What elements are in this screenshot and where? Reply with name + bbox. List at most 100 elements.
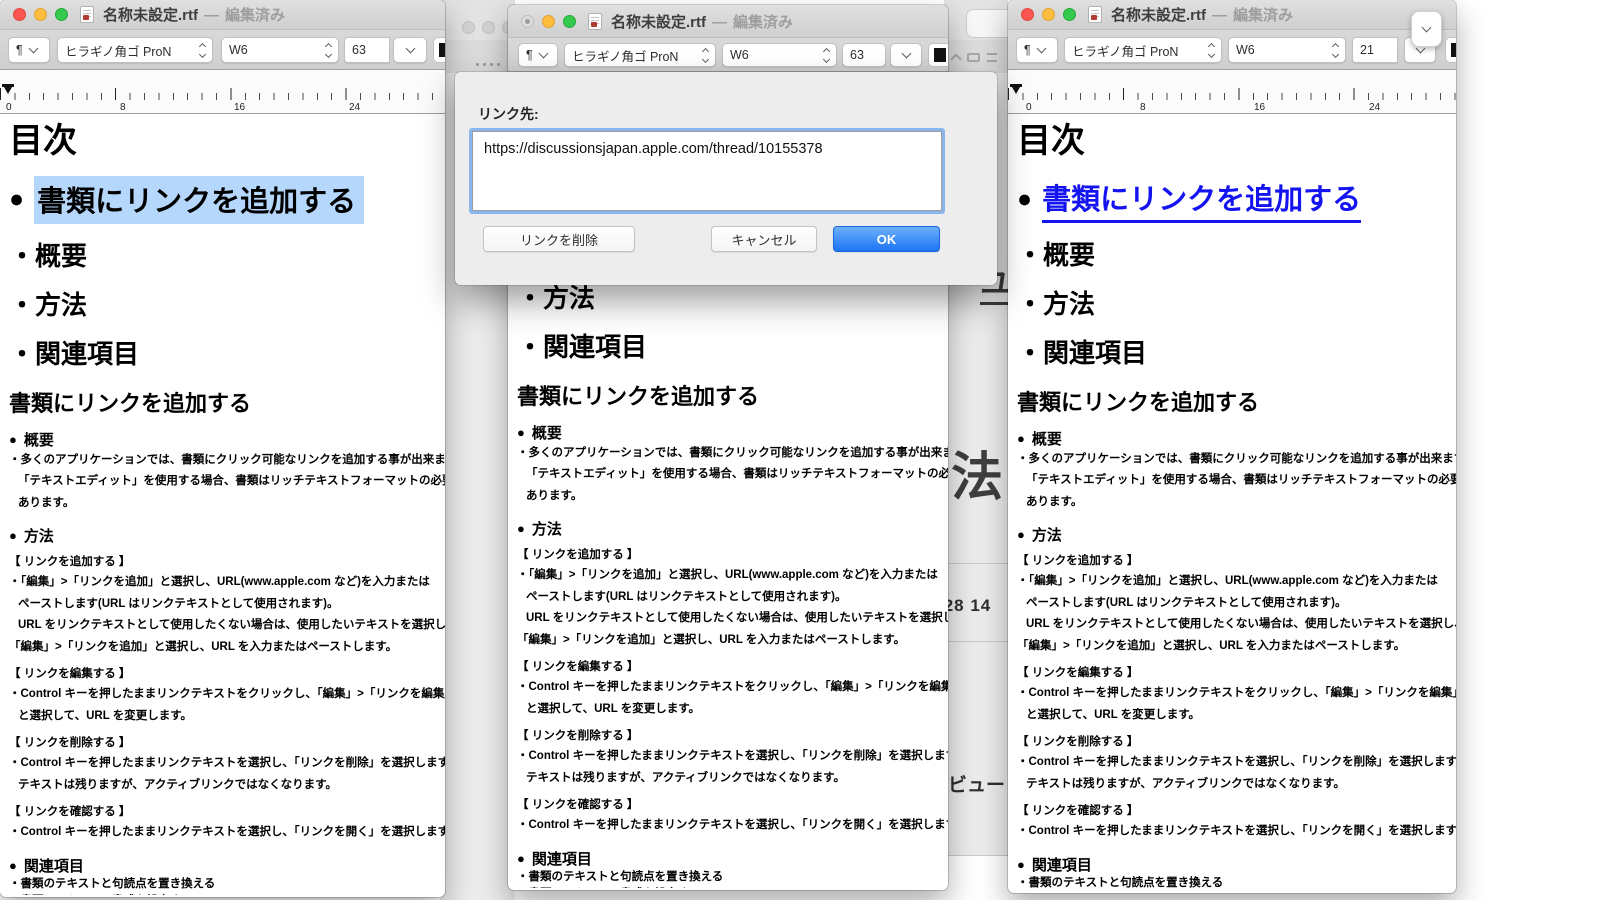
ruler-number: 24 bbox=[1369, 102, 1381, 113]
window-title-filename: 名称未設定.rtf bbox=[1111, 7, 1206, 24]
doc-line-body: 「編集」>「リンクを追加」と選択し、URL を入力またはペーストします。 bbox=[517, 633, 906, 646]
font-family-combo[interactable]: ヒラギノ角ゴ ProN bbox=[1064, 37, 1222, 63]
link-url-input[interactable]: https://discussionsjapan.apple.com/threa… bbox=[472, 131, 942, 211]
zoom-button[interactable] bbox=[563, 14, 576, 28]
doc-line-toc: ・関連項目 bbox=[1017, 337, 1148, 368]
window-title-separator: — bbox=[204, 7, 219, 24]
window-title-separator: — bbox=[1212, 7, 1227, 24]
ruler-number: 8 bbox=[1140, 102, 1146, 113]
window-title: 名称未設定.rtf — 編集済み bbox=[103, 4, 285, 25]
doc-text: 関連項目 bbox=[531, 850, 592, 868]
doc-line-bracket: 【 リンクを削除する 】 bbox=[1017, 736, 1139, 748]
textedit-window-link-applied: 名称未設定.rtf — 編集済み ¶ ヒラギノ角ゴ ProN W6 21 0 8… bbox=[1008, 0, 1456, 893]
cancel-button[interactable]: キャンセル bbox=[711, 226, 817, 252]
titlebar[interactable]: 名称未設定.rtf — 編集済み bbox=[0, 0, 445, 30]
font-family-combo[interactable]: ヒラギノ角ゴ ProN bbox=[57, 37, 213, 63]
doc-line-body: ・多くのアプリケーションでは、書類にクリック可能なリンクを追加する事が出来ます。 bbox=[1017, 452, 1456, 465]
ruler-number: 24 bbox=[349, 102, 361, 113]
doc-line-bracket: 【 リンクを編集する 】 bbox=[517, 661, 639, 673]
doc-line-body: ・Control キーを押したままリンクテキストを選択し、「リンクを開く」を選択… bbox=[9, 826, 445, 838]
window-title-separator: — bbox=[712, 13, 727, 31]
collapse-popover-button[interactable] bbox=[1411, 11, 1442, 47]
textedit-window-selection: 名称未設定.rtf — 編集済み ¶ ヒラギノ角ゴ ProN W6 63 0 8… bbox=[0, 0, 445, 897]
ruler[interactable]: 0 8 16 24 bbox=[1008, 70, 1456, 114]
chevron-down-icon bbox=[1421, 22, 1432, 33]
doc-line-small: ・書類のテキストと句読点を置き換える bbox=[9, 877, 216, 890]
chevron-down-icon bbox=[405, 43, 415, 54]
doc-line-body: ・Control キーを押したままリンクテキストを選択し、「リンクを削除」を選択… bbox=[517, 750, 948, 762]
minimize-button[interactable] bbox=[1042, 8, 1055, 21]
background-divider bbox=[944, 563, 1008, 564]
stepper-icon bbox=[1201, 42, 1216, 58]
ruler-number: 16 bbox=[234, 102, 246, 113]
font-size-field[interactable]: 63 bbox=[842, 43, 886, 67]
doc-line-body: と選択して、URL を変更します。 bbox=[526, 702, 701, 715]
color-swatch-black bbox=[439, 43, 445, 57]
doc-line-body: URL をリンクテキストとして使用したくない場合は、使用したいテキストを選択し、 bbox=[526, 612, 948, 624]
doc-line-bracket: 【 リンクを確認する 】 bbox=[1017, 805, 1139, 817]
doc-line-toclink: ● 書類にリンクを追加する bbox=[9, 175, 436, 224]
bullet-icon: ● bbox=[1017, 430, 1025, 446]
color-swatch-black bbox=[1451, 43, 1456, 57]
typeface-combo[interactable]: W6 bbox=[1228, 37, 1346, 63]
typeface-combo[interactable]: W6 bbox=[722, 43, 837, 67]
doc-text: 方法 bbox=[531, 521, 562, 538]
font-size-dropdown[interactable] bbox=[393, 37, 427, 63]
typeface-combo[interactable]: W6 bbox=[221, 37, 339, 63]
doc-line-body: ペーストします(URL はリンクテキストとして使用されます)。 bbox=[1026, 596, 1347, 609]
doc-line-body: ペーストします(URL はリンクテキストとして使用されます)。 bbox=[526, 590, 847, 603]
text-color-well[interactable] bbox=[433, 37, 445, 63]
ruler[interactable]: 0 8 16 24 bbox=[0, 70, 445, 114]
doc-line-toc: ・方法 bbox=[9, 289, 88, 320]
chevron-up-icon bbox=[950, 53, 962, 65]
paragraph-style-dropdown[interactable]: ¶ bbox=[1016, 37, 1058, 63]
text-color-well[interactable] bbox=[928, 43, 948, 67]
text-color-well[interactable] bbox=[1445, 37, 1456, 63]
paragraph-style-dropdown[interactable]: ¶ bbox=[8, 37, 50, 63]
doc-text: 関連項目 bbox=[1031, 856, 1092, 874]
minimize-button[interactable] bbox=[542, 14, 555, 28]
font-family-combo[interactable]: ヒラギノ角ゴ ProN bbox=[564, 43, 716, 67]
bullet-icon: ● bbox=[1017, 184, 1033, 213]
remove-link-button[interactable]: リンクを削除 bbox=[483, 226, 635, 252]
bullet-icon: ● bbox=[9, 528, 17, 543]
document-area[interactable]: 目次●書類にリンクを追加する・概要・方法・関連項目書類にリンクを追加する●概要・… bbox=[0, 115, 445, 895]
minimize-button[interactable] bbox=[34, 8, 47, 21]
background-fragment-timestamp: /28 14 bbox=[944, 596, 992, 615]
zoom-button[interactable] bbox=[1063, 8, 1076, 21]
doc-text: 概要 bbox=[23, 431, 54, 449]
font-size-field[interactable]: 21 bbox=[1352, 37, 1398, 63]
ruler-number: 0 bbox=[1026, 102, 1032, 113]
window-title-status: 編集済み bbox=[1233, 7, 1294, 24]
close-button[interactable] bbox=[521, 14, 534, 28]
window-title-filename: 名称未設定.rtf bbox=[611, 13, 706, 31]
link-url-value: https://discussionsjapan.apple.com/threa… bbox=[484, 141, 823, 157]
titlebar[interactable]: 名称未設定.rtf — 編集済み bbox=[1008, 0, 1456, 30]
document-area[interactable]: 目次●書類にリンクを追加する・概要・方法・関連項目書類にリンクを追加する●概要・… bbox=[1008, 115, 1456, 891]
stepper-icon bbox=[695, 47, 710, 63]
lines-icon bbox=[987, 53, 997, 62]
stepper-icon bbox=[192, 42, 207, 58]
font-size-dropdown[interactable] bbox=[890, 43, 922, 67]
doc-text: 概要 bbox=[1031, 430, 1062, 448]
document-link[interactable]: 書類にリンクを追加する bbox=[1042, 176, 1362, 223]
doc-line-body: ・多くのアプリケーションでは、書類にクリック可能なリンクを追加する事が出来ます。 bbox=[517, 446, 948, 459]
bullet-icon: ● bbox=[517, 850, 525, 866]
doc-line-h3: ● 関連項目 bbox=[517, 848, 939, 869]
doc-line-h3: ● 方法 bbox=[9, 525, 436, 546]
bullet-icon: ● bbox=[9, 857, 17, 873]
paragraph-style-dropdown[interactable]: ¶ bbox=[518, 43, 558, 67]
close-button[interactable] bbox=[13, 8, 26, 21]
doc-line-body: 「テキストエディット」を使用する場合、書類はリッチテキストフォーマットの必要が bbox=[1026, 474, 1456, 486]
zoom-button[interactable] bbox=[55, 8, 68, 21]
titlebar[interactable]: 名称未設定.rtf — 編集済み bbox=[508, 5, 948, 38]
window-title: 名称未設定.rtf — 編集済み bbox=[611, 11, 793, 32]
close-button[interactable] bbox=[1021, 8, 1034, 21]
chevron-down-icon bbox=[901, 48, 911, 59]
doc-line-toc: ・関連項目 bbox=[9, 338, 140, 369]
dimmed-toolbar-band bbox=[440, 40, 515, 73]
font-size-field[interactable]: 63 bbox=[344, 37, 390, 63]
doc-line-body: 「編集」>「リンクを追加」と選択し、URL を入力またはペーストします。 bbox=[1017, 639, 1406, 652]
ruler-number: 8 bbox=[120, 102, 126, 113]
ok-button[interactable]: OK bbox=[833, 226, 940, 252]
